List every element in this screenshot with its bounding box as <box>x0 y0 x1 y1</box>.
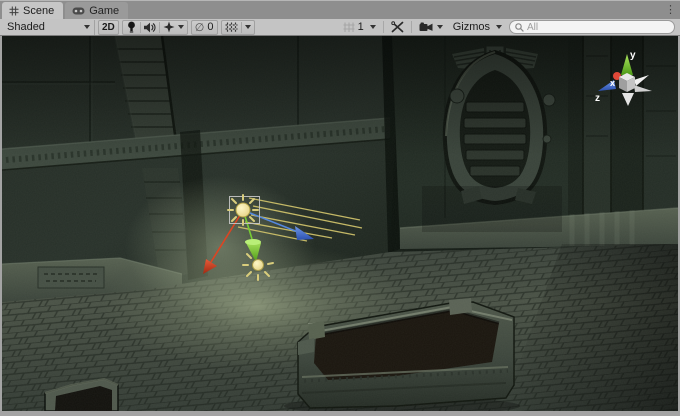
tab-game-label: Game <box>89 5 119 17</box>
top-vignette <box>2 36 678 156</box>
snap-grid-icon <box>343 22 355 33</box>
2d-toggle-button[interactable]: 2D <box>98 20 119 35</box>
grid-dropdown-arrow-icon[interactable] <box>245 25 251 29</box>
camera-icon <box>419 22 434 32</box>
tools-icon <box>391 21 404 33</box>
effects-dropdown-arrow-icon[interactable] <box>178 25 184 29</box>
effects-icon[interactable] <box>163 21 175 33</box>
grid-visibility-icon[interactable] <box>225 22 238 33</box>
snap-grid-value: 1 <box>358 21 364 33</box>
search-input[interactable] <box>527 22 669 33</box>
axis-y-label: y <box>630 50 636 61</box>
lamp-icon[interactable] <box>126 21 137 33</box>
gizmos-label: Gizmos <box>453 21 490 33</box>
scene-search-field[interactable] <box>509 20 675 34</box>
hidden-objects-group[interactable]: ∅ 0 <box>191 20 218 35</box>
axis-z-label: z <box>595 93 600 104</box>
sun-gizmo-icon[interactable] <box>228 195 258 225</box>
snap-dropdown-arrow-icon <box>370 25 376 29</box>
hidden-objects-count: 0 <box>207 21 213 33</box>
eye-hidden-icon: ∅ <box>195 21 205 34</box>
kebab-menu-icon[interactable]: ⋮ <box>665 3 676 17</box>
view-options-group <box>122 20 188 35</box>
tab-game[interactable]: Game <box>65 2 128 19</box>
point-light-bulb-icon[interactable] <box>253 260 264 271</box>
customize-tools-button[interactable] <box>388 20 407 35</box>
tab-scene[interactable]: Scene <box>2 2 63 19</box>
tab-bar: Scene Game ⋮ <box>0 0 680 19</box>
search-icon <box>515 23 524 32</box>
camera-dropdown-arrow-icon <box>437 25 443 29</box>
grid-visibility-group <box>221 20 255 35</box>
axis-x-label: x <box>610 78 615 88</box>
2d-button-label: 2D <box>102 22 115 33</box>
audio-icon[interactable] <box>144 22 156 33</box>
gizmos-dropdown-arrow-icon <box>496 25 502 29</box>
scene-toolbar: Shaded 2D ∅ 0 <box>0 19 680 36</box>
toolbar-right-cluster: 1 Gizmos <box>340 20 677 35</box>
tab-scene-label: Scene <box>23 5 54 17</box>
scene-viewport[interactable]: y x z <box>2 36 678 411</box>
shading-mode-label: Shaded <box>7 21 45 33</box>
snap-grid-group[interactable]: 1 <box>340 20 379 35</box>
grid-icon <box>9 6 19 16</box>
gamepad-icon <box>72 7 85 15</box>
camera-settings-button[interactable] <box>416 20 446 35</box>
dropdown-arrow-icon <box>84 25 90 29</box>
gizmos-dropdown[interactable]: Gizmos <box>450 20 505 35</box>
unity-scene-view-window: Scene Game ⋮ Shaded 2D <box>0 0 680 416</box>
gizmo-cube[interactable] <box>619 73 635 92</box>
window-frame-bottom <box>0 411 680 416</box>
shading-mode-dropdown[interactable]: Shaded <box>3 20 95 35</box>
